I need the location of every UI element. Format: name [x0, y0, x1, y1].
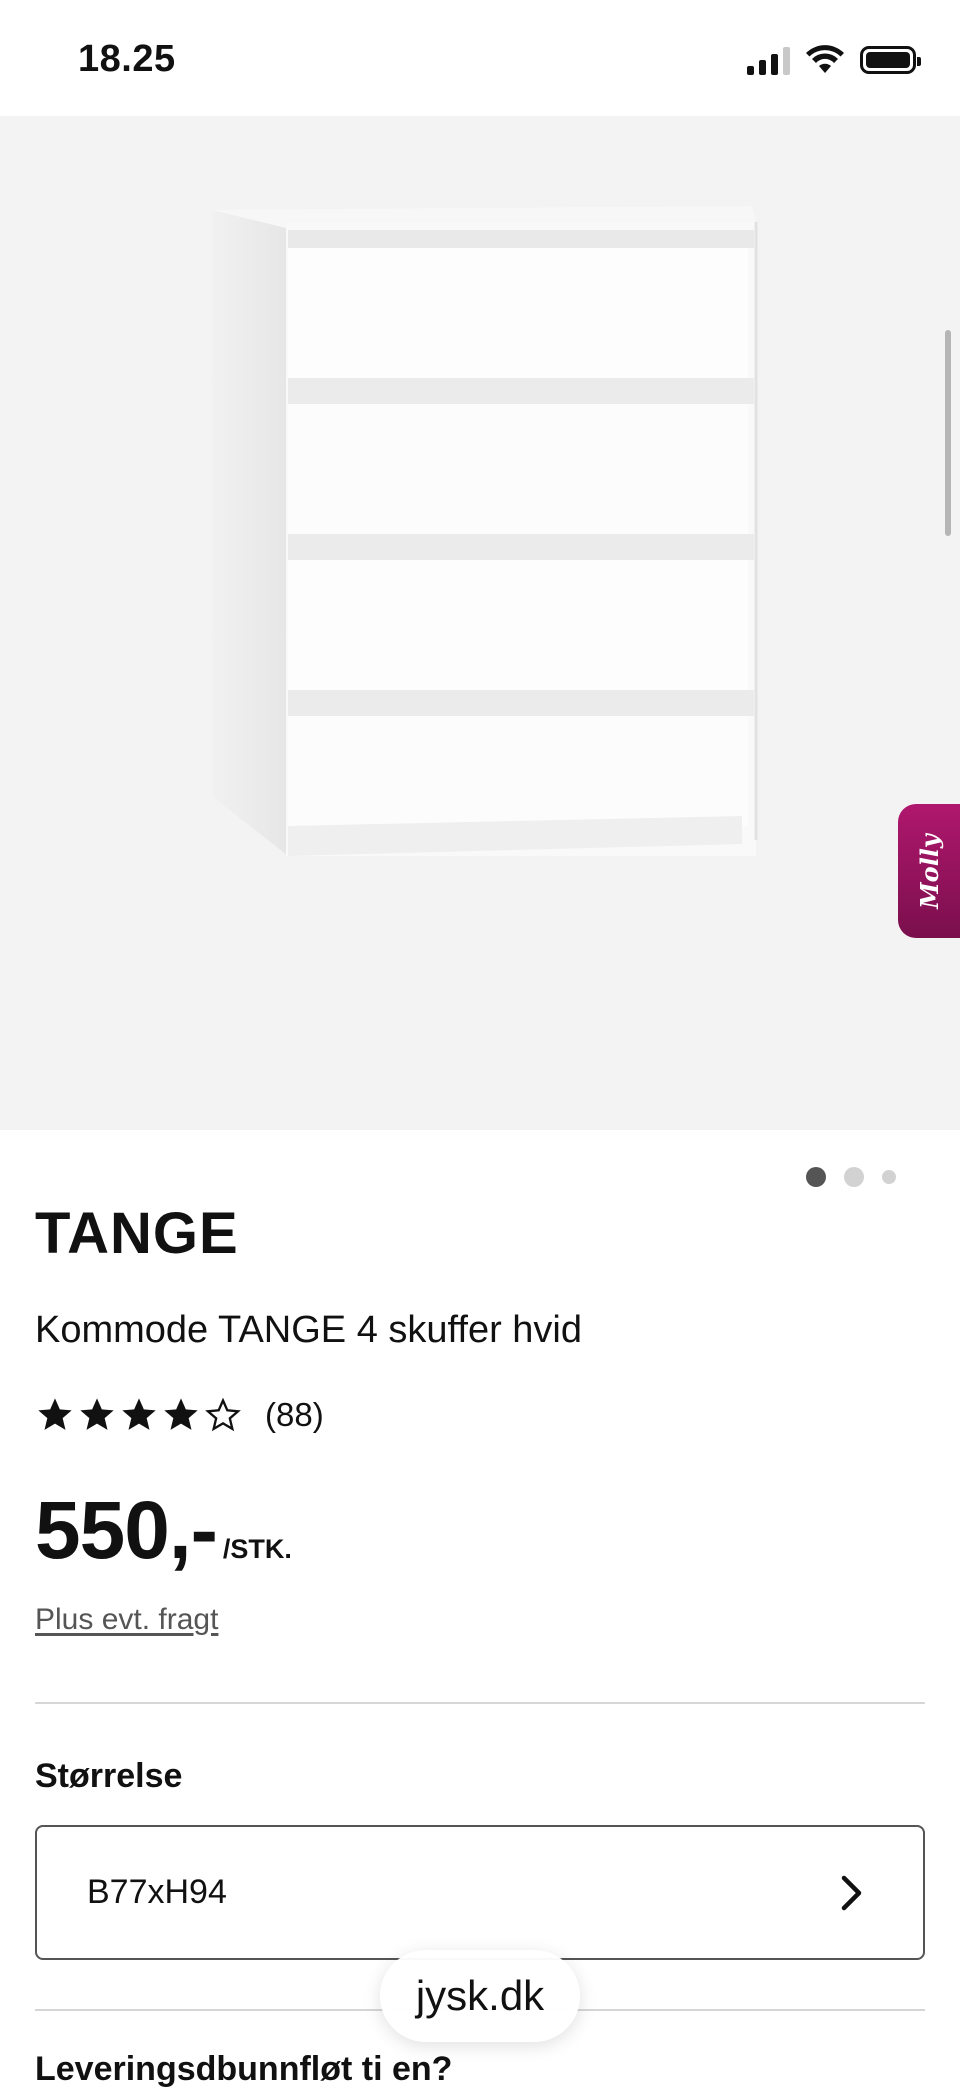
product-title: Kommode TANGE 4 skuffer hvid — [35, 1309, 583, 1351]
price-row: 550,- /STK. — [35, 1490, 292, 1572]
gallery-dot-2[interactable] — [844, 1167, 864, 1187]
freight-link[interactable]: Plus evt. fragt — [35, 1603, 218, 1637]
size-value: B77xH94 — [87, 1873, 227, 1911]
status-icons — [747, 40, 921, 80]
product-brand: TANGE — [35, 1201, 239, 1266]
divider — [35, 1702, 925, 1704]
product-image — [212, 206, 758, 856]
url-text: jysk.dk — [415, 1972, 545, 2019]
price-unit: /STK. — [222, 1534, 292, 1564]
molly-chat-tab[interactable]: Molly — [898, 804, 960, 938]
gallery-dot-3[interactable] — [882, 1170, 896, 1184]
product-price: 550,- — [35, 1485, 218, 1576]
status-time: 18.25 — [78, 38, 176, 80]
star-filled-icon — [122, 1398, 156, 1430]
cellular-signal-icon — [747, 45, 790, 75]
product-image-gallery[interactable]: Molly — [0, 116, 960, 1187]
product-rating[interactable]: (88) — [35, 1390, 324, 1440]
status-bar: 18.25 — [0, 0, 960, 116]
gallery-dot-1[interactable] — [806, 1167, 826, 1187]
star-filled-icon — [80, 1398, 114, 1430]
star-filled-icon — [164, 1398, 198, 1430]
gallery-pagination — [806, 1167, 896, 1187]
browser-url-bar[interactable]: jysk.dk — [380, 1950, 580, 2042]
size-label: Størrelse — [35, 1757, 183, 1795]
star-empty-icon — [205, 1397, 241, 1432]
size-selector[interactable]: B77xH94 — [35, 1825, 925, 1960]
rating-stars — [35, 1395, 243, 1435]
molly-chat-label: Molly — [914, 833, 944, 909]
page-scrollbar[interactable] — [945, 330, 951, 536]
next-section-heading: Leveringsdbunnfløt ti en? — [35, 2050, 453, 2088]
chevron-right-icon — [841, 1875, 862, 1910]
star-filled-icon — [38, 1398, 72, 1430]
review-count: (88) — [265, 1396, 324, 1433]
battery-icon — [860, 46, 921, 74]
wifi-icon — [806, 45, 844, 73]
